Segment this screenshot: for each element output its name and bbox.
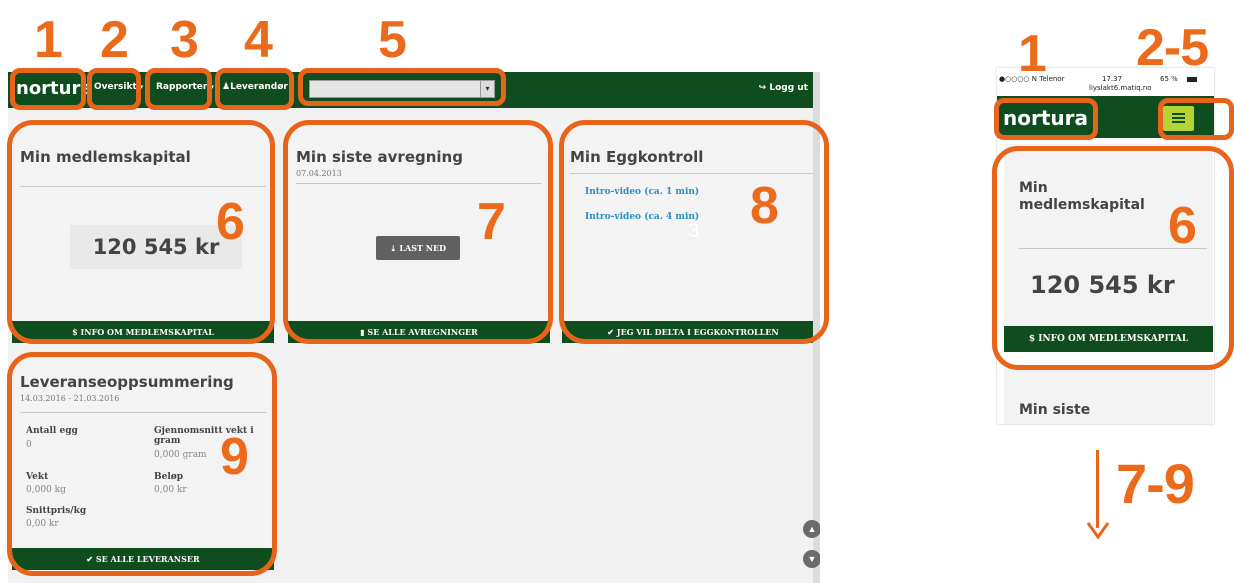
annotation-number: 1: [34, 11, 63, 69]
annotation-ring-7: [283, 120, 553, 344]
logout-label: Logg ut: [769, 83, 808, 93]
clock-label: 17.37: [1102, 75, 1123, 83]
annotation-number: 2: [100, 11, 129, 69]
annotation-ring-8: [559, 120, 829, 344]
logout-link[interactable]: ↪ Logg ut: [759, 83, 808, 93]
annotation-ring-2: [87, 68, 141, 110]
annotation-number: 7-9: [1116, 452, 1195, 515]
scroll-down-button[interactable]: ▼: [803, 550, 820, 568]
annotation-ring-1: [994, 98, 1098, 140]
annotation-number: 3: [170, 11, 199, 69]
battery-icon: [1187, 77, 1197, 82]
annotation-number: 6: [1168, 197, 1197, 255]
annotation-ring-3: [145, 68, 212, 110]
annotation-number: 2-5: [1136, 19, 1209, 77]
annotation-number: 7: [477, 193, 506, 251]
arrow-down-icon: [1086, 522, 1110, 540]
annotation-number: 4: [244, 11, 273, 69]
annotation-ring-1: [10, 68, 86, 110]
annotation-number: 1: [1018, 25, 1047, 83]
mobile-card-siste-avregning: Min siste: [1004, 368, 1213, 424]
annotation-number: 5: [378, 11, 407, 69]
annotation-ring-4: [215, 68, 294, 110]
annotation-ring-5: [298, 68, 506, 106]
annotation-ring-6: [992, 146, 1234, 370]
scroll-up-button[interactable]: ▲: [803, 520, 820, 538]
annotation-number: 9: [220, 428, 249, 486]
url-label: liyslakt6.matiq.no: [1089, 84, 1152, 92]
logout-icon: ↪: [758, 83, 767, 93]
annotation-number: 8: [750, 177, 779, 235]
annotation-ring-2-5: [1158, 98, 1234, 140]
card-title: Min siste: [1019, 402, 1091, 418]
annotation-number: 6: [216, 193, 245, 251]
